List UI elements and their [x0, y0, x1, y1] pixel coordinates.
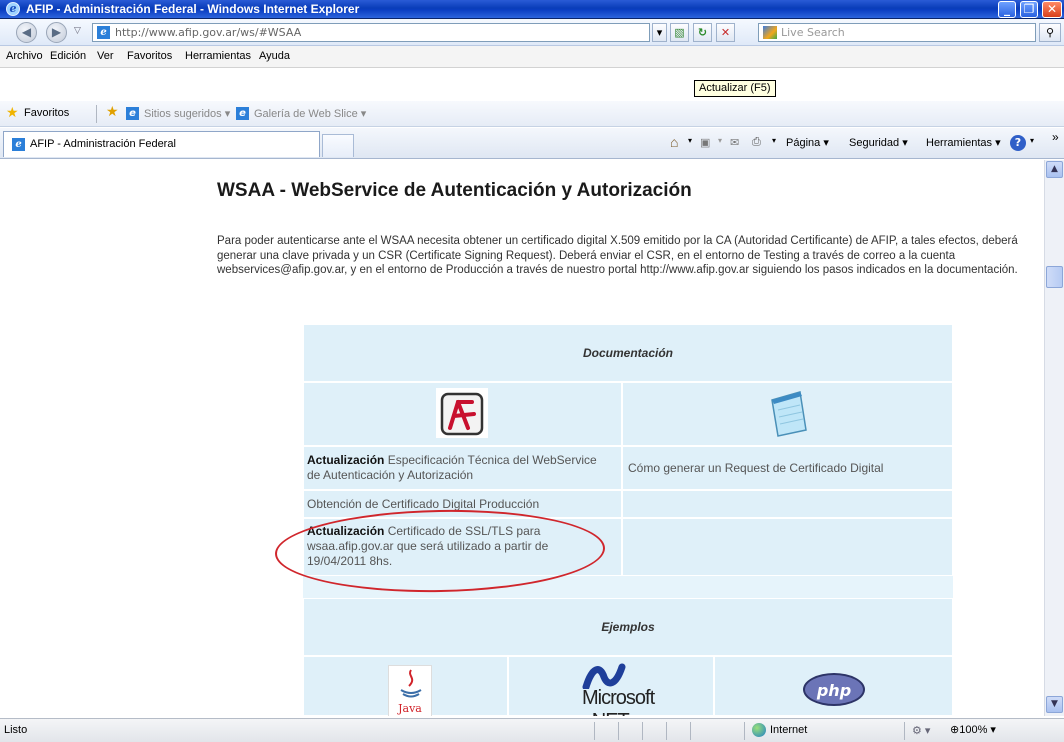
new-tab-button[interactable] [322, 134, 354, 157]
doc-row-3-right [622, 518, 953, 576]
help-icon[interactable]: ? [1010, 135, 1026, 151]
update-label: Actualización [307, 453, 385, 467]
compatibility-view-icon[interactable]: ▧ [670, 23, 689, 42]
scroll-up-arrow-icon[interactable]: ▲ [1046, 161, 1063, 178]
php-logo-icon[interactable]: php [803, 673, 865, 706]
menu-edicion[interactable]: Edición [50, 50, 86, 62]
search-input[interactable]: Live Search [758, 23, 1036, 42]
page-content: WSAA - WebService de Autenticación y Aut… [0, 160, 1044, 716]
zoom-icon: ⊕ [950, 724, 960, 736]
menu-archivo[interactable]: Archivo [6, 50, 43, 62]
zoom-level: 100% [959, 724, 988, 736]
scroll-thumb[interactable] [1046, 266, 1063, 288]
php-logo-text: php [816, 681, 852, 700]
pdf-document-icon[interactable] [436, 388, 488, 438]
menu-herramientas[interactable]: Herramientas [185, 50, 251, 62]
home-dropdown-icon[interactable]: ▾ [688, 136, 692, 145]
tab-afip[interactable]: e AFIP - Administración Federal [3, 131, 320, 157]
tab-bar: e AFIP - Administración Federal ⌂ ▾ ▣ ▾ … [0, 128, 1064, 159]
status-separator [744, 722, 745, 740]
recent-pages-dropdown-icon[interactable]: ▽ [74, 26, 81, 36]
status-separator [594, 722, 595, 740]
internet-zone-icon [752, 723, 766, 737]
java-logo-icon[interactable]: Java [388, 665, 432, 716]
dotnet-logo-icon[interactable]: Microsoft .NET [582, 663, 655, 716]
tab-label: AFIP - Administración Federal [30, 138, 176, 150]
intro-paragraph: Para poder autenticarse ante el WSAA nec… [217, 235, 1018, 276]
chevron-more-icon[interactable]: » [1052, 130, 1059, 144]
window-title: AFIP - Administración Federal - Windows … [26, 2, 360, 16]
address-toolbar: ◀ ▶ ▽ e http://www.afip.gov.ar/ws/#WSAA … [0, 19, 1064, 46]
live-search-logo-icon [763, 26, 777, 39]
doc-link-especificacion[interactable]: Actualización Especificación Técnica del… [307, 453, 597, 483]
home-icon[interactable]: ⌂ [670, 134, 678, 150]
favorites-button[interactable]: Favoritos [24, 107, 69, 119]
status-separator [904, 722, 905, 740]
doc-link-request-certificado[interactable]: Cómo generar un Request de Certificado D… [628, 461, 883, 476]
doc-header: Documentación [582, 346, 673, 360]
status-separator [642, 722, 643, 740]
forward-button[interactable]: ▶ [46, 22, 67, 43]
close-button[interactable]: ✕ [1042, 1, 1062, 18]
protected-mode-icon[interactable]: ⚙ ▾ [912, 724, 930, 737]
scroll-down-arrow-icon[interactable]: ▼ [1046, 696, 1063, 713]
maximize-button[interactable]: ❐ [1020, 1, 1038, 18]
help-dropdown-icon[interactable]: ▾ [1030, 136, 1034, 145]
page-menu[interactable]: Página ▾ [786, 136, 829, 149]
suggested-sites-link[interactable]: Sitios sugeridos ▾ [144, 107, 230, 120]
feeds-dropdown-icon[interactable]: ▾ [718, 136, 722, 145]
favorites-bar: ★ Favoritos ★ e Sitios sugeridos ▾ e Gal… [0, 101, 1064, 127]
status-separator [690, 722, 691, 740]
address-dropdown-icon[interactable]: ▾ [652, 23, 667, 42]
doc-row-2-right [622, 490, 953, 518]
favorites-star-icon: ★ [6, 105, 19, 121]
web-slice-gallery-link[interactable]: Galería de Web Slice ▾ [254, 107, 366, 120]
stop-icon[interactable]: ✕ [716, 23, 735, 42]
refresh-tooltip: Actualizar (F5) [694, 80, 776, 97]
address-input[interactable]: e http://www.afip.gov.ar/ws/#WSAA [92, 23, 650, 42]
feeds-icon[interactable]: ▣ [700, 136, 710, 149]
tab-page-icon: e [12, 138, 25, 151]
ie-logo-icon: e [6, 2, 20, 16]
menu-ayuda[interactable]: Ayuda [259, 50, 290, 62]
zoom-control[interactable]: ⊕100% ▾ [950, 723, 996, 736]
minimize-button[interactable]: _ [998, 1, 1016, 18]
print-icon[interactable]: ⎙ [752, 136, 761, 149]
dotnet-logo-text: Microsoft .NET [582, 687, 655, 716]
java-logo-text: Java [398, 702, 422, 715]
status-separator [618, 722, 619, 740]
page-title: WSAA - WebService de Autenticación y Aut… [217, 180, 692, 201]
favorites-separator [96, 105, 97, 123]
menu-favoritos[interactable]: Favoritos [127, 50, 172, 62]
vertical-scrollbar[interactable]: ▲ ▼ [1044, 160, 1064, 716]
suggested-sites-icon: e [126, 107, 139, 120]
address-url: http://www.afip.gov.ar/ws/#WSAA [115, 26, 302, 39]
web-slice-icon: e [236, 107, 249, 120]
security-menu[interactable]: Seguridad ▾ [849, 136, 908, 149]
menu-bar: Archivo Edición Ver Favoritos Herramient… [0, 46, 1064, 68]
search-placeholder: Live Search [781, 26, 845, 39]
title-bar: e AFIP - Administración Federal - Window… [0, 0, 1064, 19]
back-button[interactable]: ◀ [16, 22, 37, 43]
security-zone-label[interactable]: Internet [770, 724, 807, 736]
menu-ver[interactable]: Ver [97, 50, 114, 62]
status-bar: Listo Internet ⚙ ▾ ⊕100% ▾ [0, 718, 1064, 742]
status-text: Listo [4, 724, 28, 736]
refresh-icon[interactable]: ↻ [693, 23, 712, 42]
print-dropdown-icon[interactable]: ▾ [772, 136, 776, 145]
examples-header: Ejemplos [601, 620, 655, 634]
page-icon: e [97, 26, 110, 39]
tools-menu[interactable]: Herramientas ▾ [926, 136, 1001, 149]
add-to-favorites-icon[interactable]: ★ [106, 105, 119, 119]
status-separator [666, 722, 667, 740]
search-button[interactable]: ⚲ [1039, 23, 1061, 42]
read-mail-icon[interactable]: ✉ [730, 136, 739, 149]
notepad-icon[interactable] [762, 386, 812, 438]
